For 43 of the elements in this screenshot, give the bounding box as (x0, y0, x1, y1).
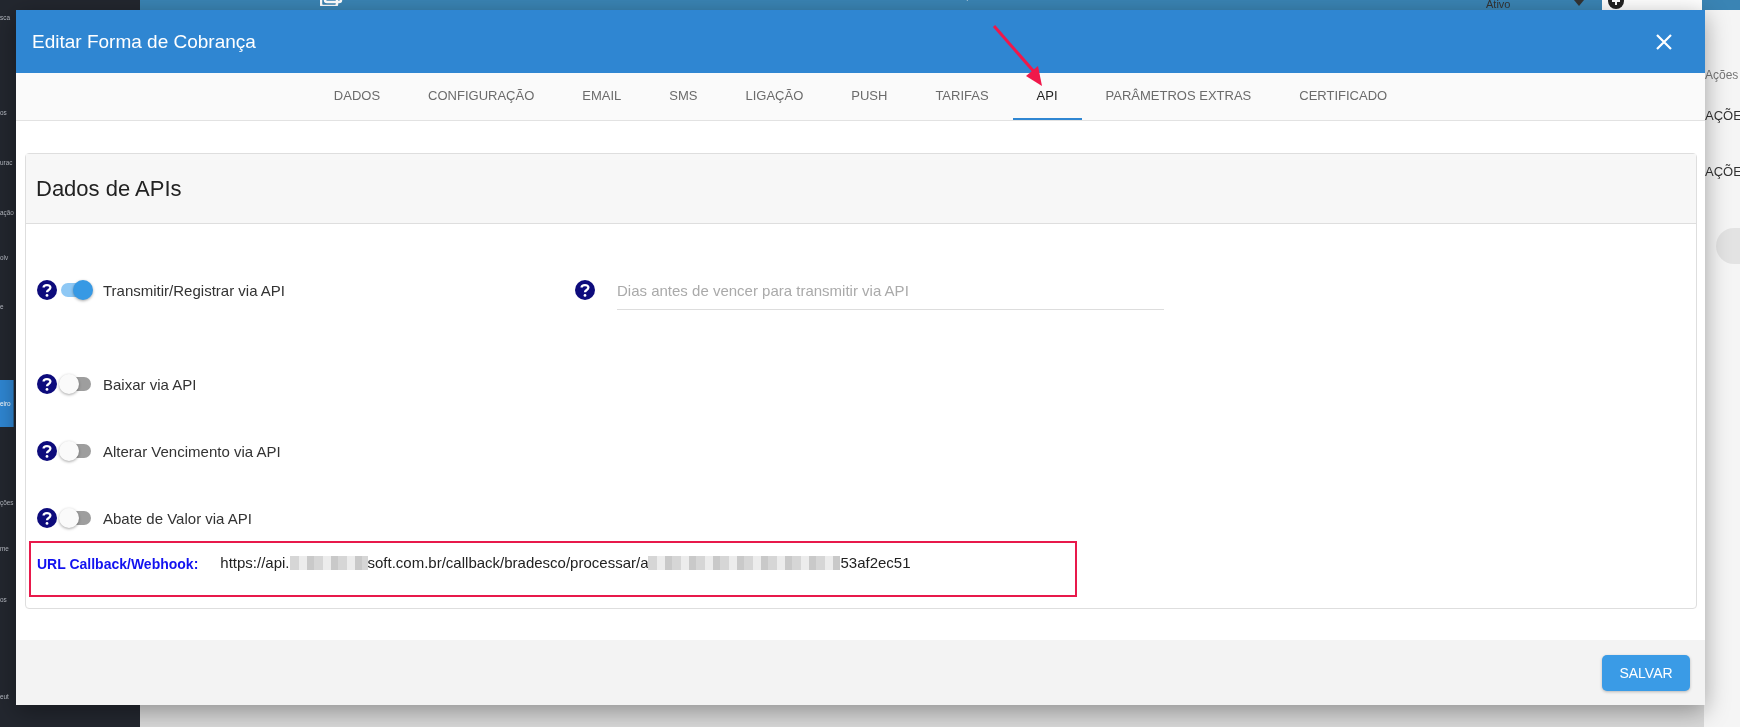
tab[interactable]: CONFIGURAÇÃO (404, 73, 559, 120)
help-icon[interactable] (37, 280, 57, 300)
help-icon[interactable] (37, 508, 57, 528)
toggle-label: Baixar via API (103, 375, 197, 393)
toggle-switch[interactable] (59, 283, 93, 297)
toggle-switch[interactable] (59, 377, 93, 391)
sidebar-item[interactable]: sca (0, 8, 10, 28)
tab[interactable]: PARÂMETROS EXTRAS (1081, 73, 1276, 120)
url-text: soft.com.br/callback/bradesco/processar/a (367, 554, 649, 571)
column-header: Ações (1704, 68, 1739, 84)
tab[interactable]: DADOS (309, 73, 405, 120)
sidebar-item[interactable]: ções (0, 493, 14, 513)
sidebar-item[interactable]: eut (0, 687, 9, 707)
sidebar-item[interactable]: olv (0, 248, 9, 268)
caret-icon (1574, 0, 1584, 6)
help-icon[interactable] (37, 374, 57, 394)
url-text: https://api. (220, 554, 290, 571)
toggle-label: Abate de Valor via API (103, 509, 252, 527)
help-icon[interactable] (37, 441, 57, 461)
sidebar-item[interactable]: urac (0, 153, 13, 173)
sidebar-item[interactable]: eiro (0, 380, 14, 427)
toggle-label: Alterar Vencimento via API (103, 442, 281, 460)
tab[interactable]: SMS (645, 73, 722, 120)
tab[interactable]: LIGAÇÃO (721, 73, 828, 120)
sidebar-item[interactable]: e (0, 297, 4, 317)
sidebar-item[interactable]: ação (0, 203, 14, 223)
dialog-title: Editar Forma de Cobrança (32, 30, 256, 53)
tab[interactable]: CERTIFICADO (1275, 73, 1412, 120)
close-icon[interactable] (1656, 33, 1672, 50)
input-field[interactable]: Dias antes de vencer para transmitir via API (617, 278, 1164, 310)
card-title: Dados de APIs (36, 175, 182, 202)
sidebar-item[interactable]: me (0, 539, 9, 559)
toggle-switch[interactable] (59, 444, 93, 458)
help-icon[interactable] (575, 280, 595, 300)
toggle-label: Transmitir/Registrar via API (103, 281, 285, 299)
url-text: 53af2ec51 (840, 554, 911, 571)
tab[interactable]: EMAIL (558, 73, 646, 120)
url-label: URL Callback/Webhook: (37, 555, 199, 572)
tab[interactable]: PUSH (827, 73, 912, 120)
sidebar-item[interactable]: os (0, 590, 7, 610)
sidebar-item[interactable]: os (0, 103, 7, 123)
toggle-switch[interactable] (59, 511, 93, 525)
tab[interactable]: TARIFAS (911, 73, 1013, 120)
